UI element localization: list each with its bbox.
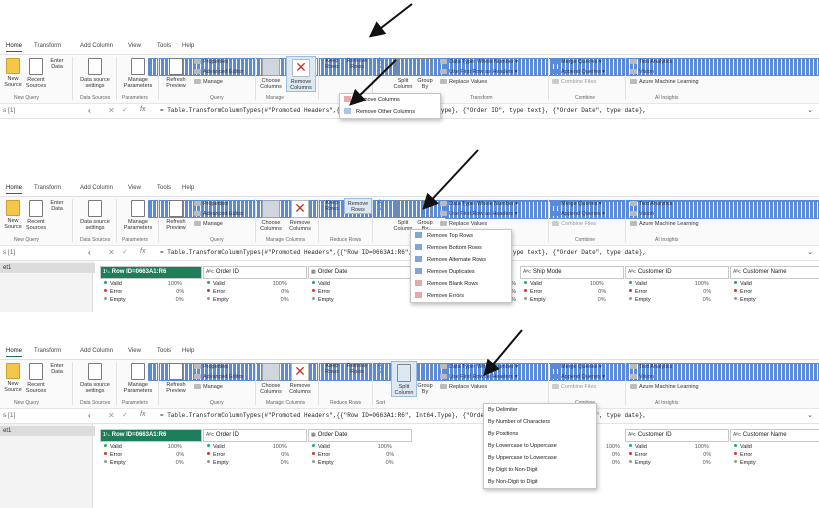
- arrow-to-top-ribbon: [368, 3, 413, 38]
- arrow-to-split-column: [483, 329, 523, 377]
- annotation-arrows: [349, 3, 523, 377]
- arrow-to-remove-columns: [349, 59, 397, 106]
- arrow-to-remove-rows: [422, 149, 479, 210]
